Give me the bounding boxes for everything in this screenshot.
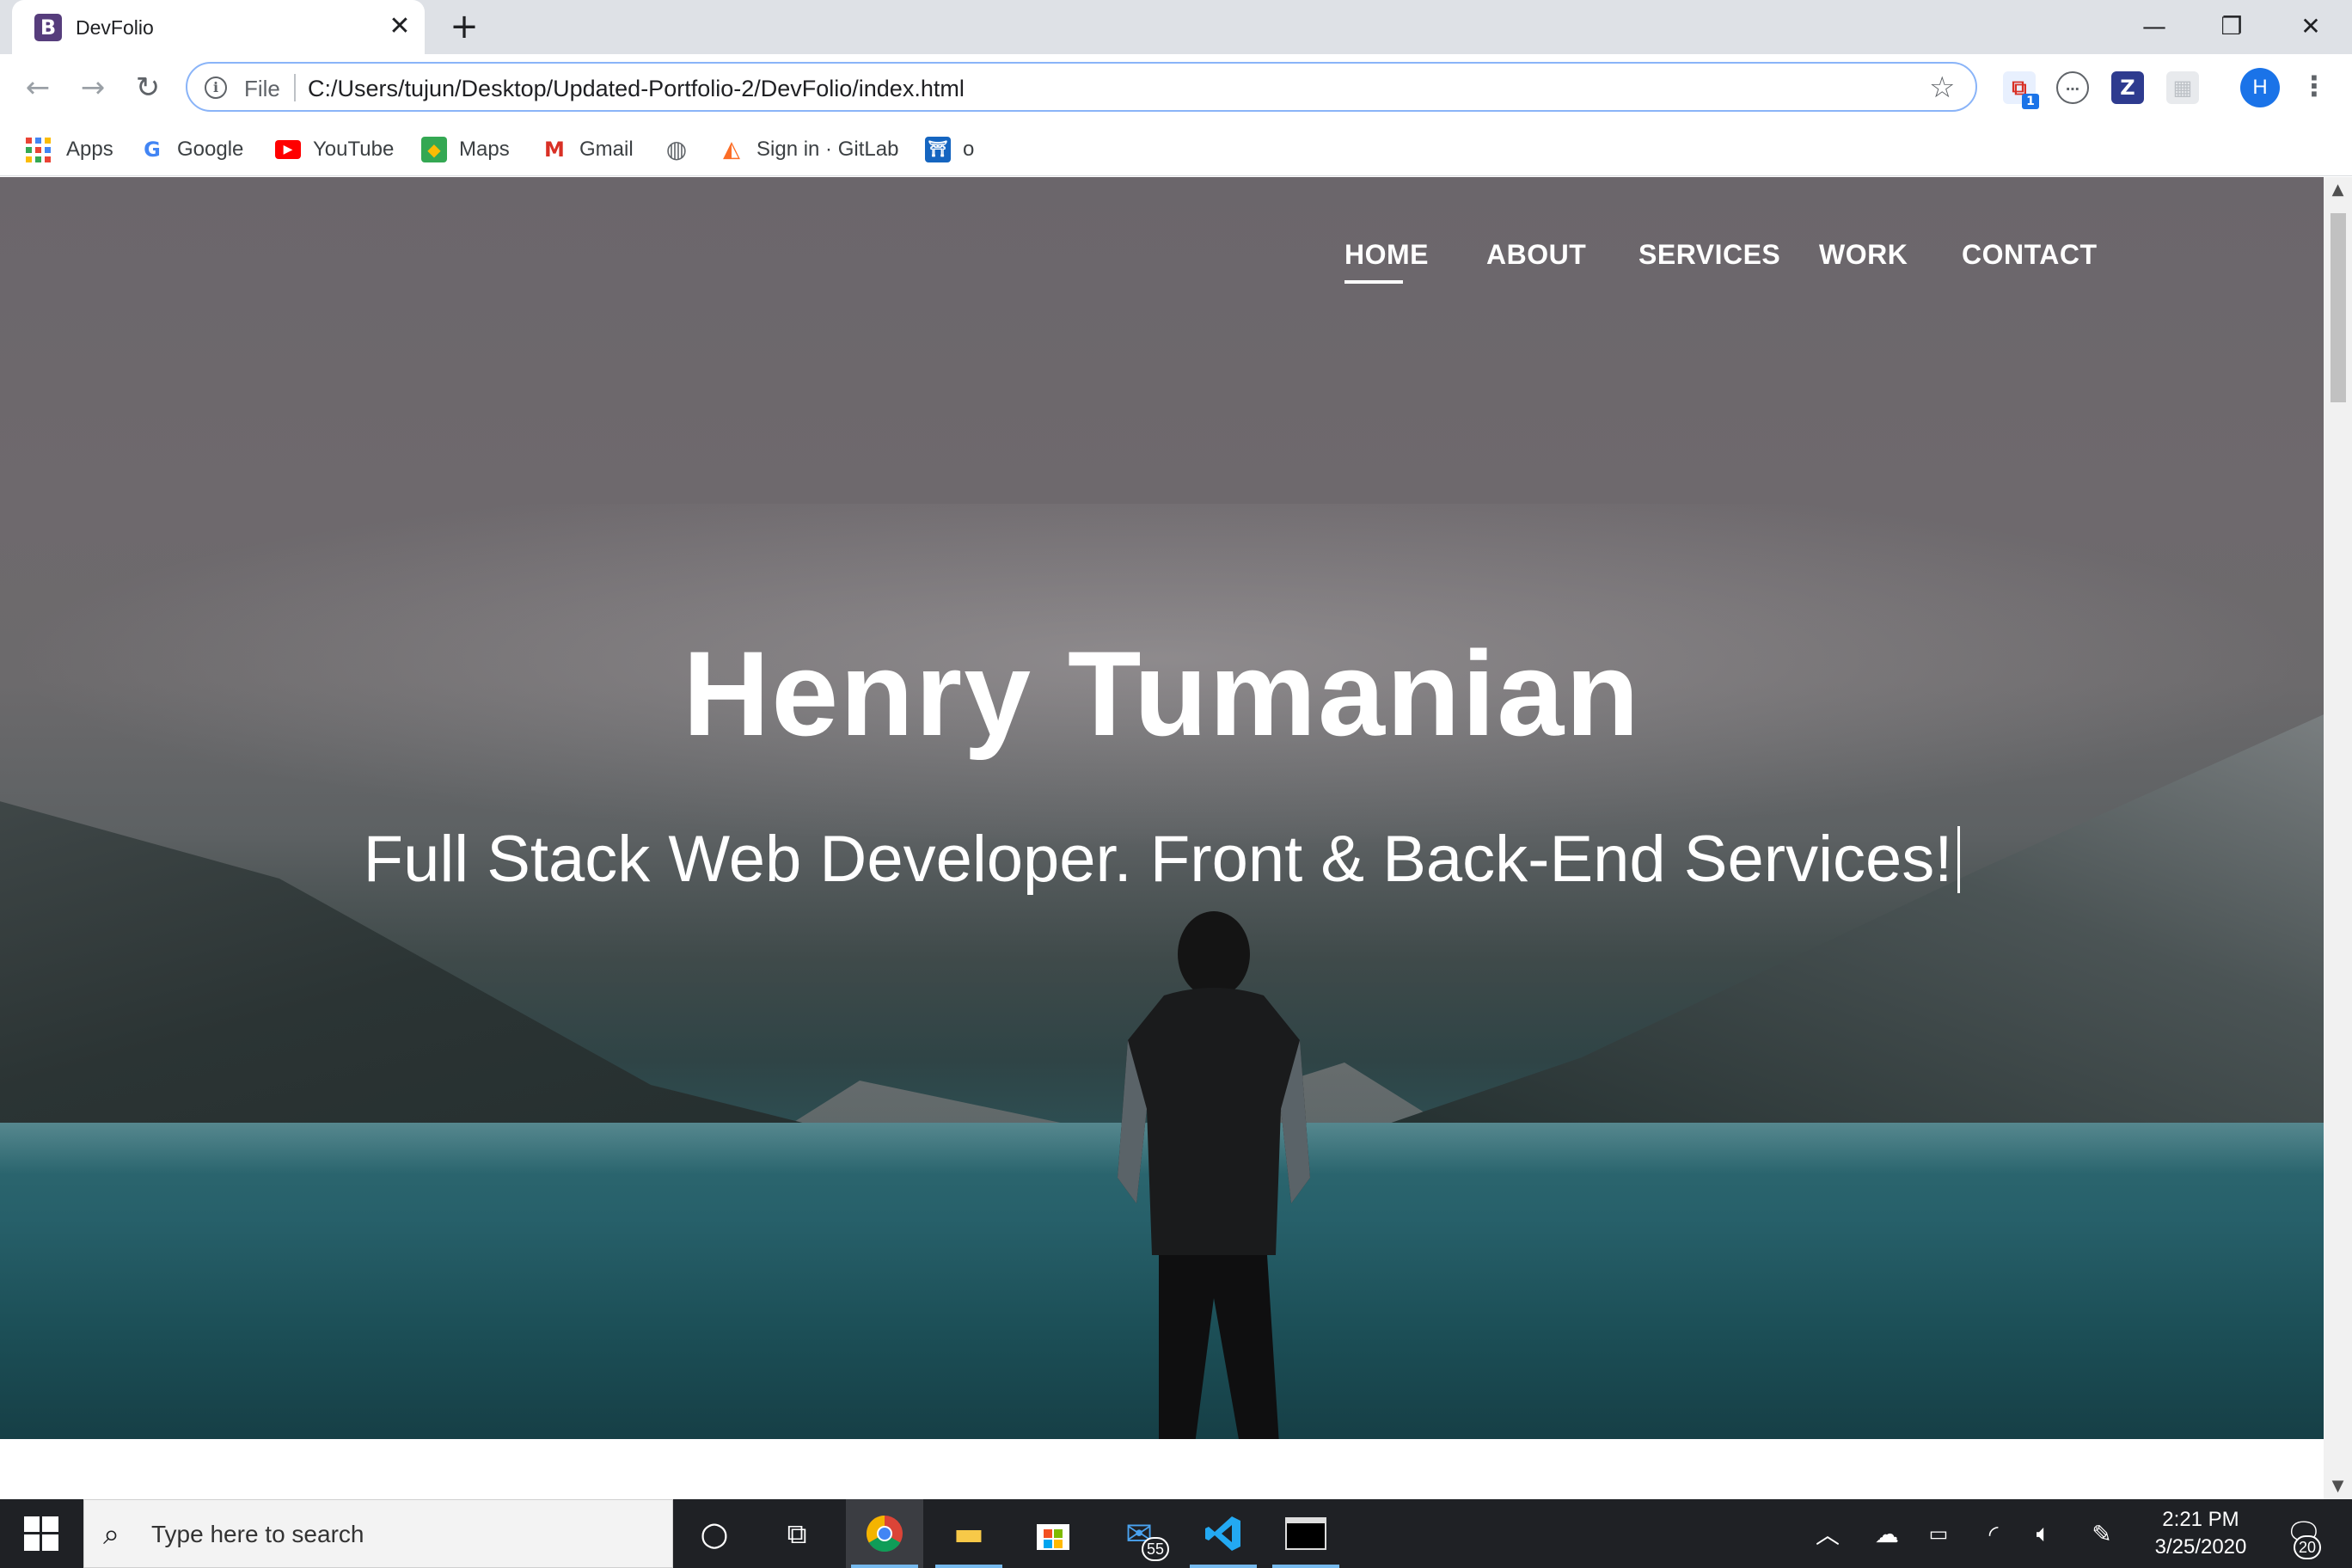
bookmark-youtube[interactable]: ▶ YouTube (275, 123, 394, 176)
active-app-indicator (851, 1565, 918, 1568)
taskbar-search-box[interactable]: ⌕ Type here to search (83, 1499, 673, 1568)
nav-contact-link[interactable]: CONTACT (1962, 239, 2098, 271)
page-viewport: HOME ABOUT SERVICES WORK CONTACT Henry T… (0, 177, 2324, 1499)
file-explorer-icon[interactable]: ▬ (930, 1499, 1008, 1568)
extension-icon-2[interactable]: ⋯ (2056, 71, 2089, 104)
system-clock[interactable]: 2:21 PM 3/25/2020 (2141, 1506, 2261, 1561)
globe-icon: ◍ (665, 135, 688, 163)
scroll-down-arrow-icon[interactable]: ▼ (2324, 1473, 2352, 1499)
nav-services-link[interactable]: SERVICES (1638, 239, 1780, 271)
search-placeholder: Type here to search (151, 1521, 364, 1547)
chrome-icon[interactable] (846, 1499, 923, 1568)
clock-time: 2:21 PM (2162, 1508, 2239, 1531)
terminal-icon[interactable] (1267, 1499, 1344, 1568)
bookmark-app-icon: ⛩ (925, 137, 951, 162)
bookmark-label: Sign in · GitLab (756, 138, 899, 161)
browser-tab[interactable]: B DevFolio ✕ (12, 0, 425, 54)
more-menu-icon[interactable]: ⋮ (2300, 66, 2328, 107)
forward-arrow-icon[interactable]: → (72, 68, 113, 109)
mail-icon[interactable]: ✉ 55 (1100, 1499, 1178, 1568)
nav-about-link[interactable]: ABOUT (1486, 239, 1586, 271)
running-app-indicator (1272, 1565, 1339, 1568)
terminal-logo (1285, 1517, 1326, 1550)
wifi-icon[interactable]: ◜ (1972, 1499, 2015, 1568)
hero-subtitle: Full Stack Web Developer. Front & Back-E… (363, 823, 1953, 896)
page-scrollbar[interactable]: ▲ ▼ (2324, 177, 2352, 1499)
bookmark-maps[interactable]: ◆ Maps (421, 123, 510, 176)
store-logo (1037, 1524, 1069, 1550)
scrollbar-thumb[interactable] (2331, 213, 2346, 402)
bookmark-label: Apps (66, 138, 113, 161)
bookmark-label: o (963, 138, 975, 161)
bookmark-label: YouTube (313, 138, 395, 161)
extension-icon-1[interactable]: ⧉ 1 (2003, 71, 2039, 109)
hero-section: HOME ABOUT SERVICES WORK CONTACT Henry T… (0, 177, 2324, 1439)
gmail-icon: M (544, 138, 565, 162)
scroll-up-arrow-icon[interactable]: ▲ (2324, 177, 2352, 203)
site-info-icon[interactable]: i (205, 77, 227, 99)
running-app-indicator (1190, 1565, 1257, 1568)
url-text[interactable]: C:/Users/tujun/Desktop/Updated-Portfolio… (308, 76, 965, 102)
bookmark-label: Gmail (579, 138, 634, 161)
bootstrap-favicon-icon: B (34, 14, 62, 41)
bookmark-gmail[interactable]: M Gmail (542, 123, 634, 176)
task-view-icon[interactable]: ⧉ (758, 1499, 836, 1568)
bookmark-o[interactable]: ⛩ o (925, 123, 974, 176)
back-arrow-icon[interactable]: ← (17, 68, 58, 109)
extension-icon-4[interactable]: ▦ (2166, 71, 2199, 104)
url-scheme-label: File (244, 76, 280, 101)
tab-title: DevFolio (76, 16, 154, 39)
microsoft-store-icon[interactable] (1014, 1499, 1092, 1568)
restore-button[interactable]: ❐ (2197, 7, 2266, 46)
tab-strip: B DevFolio ✕ + — ❐ ✕ (0, 0, 2352, 54)
nav-work-link[interactable]: WORK (1819, 239, 1908, 271)
close-window-button[interactable]: ✕ (2276, 7, 2345, 46)
gitlab-icon: ◭ (723, 137, 740, 162)
bookmark-globe[interactable]: ◍ (664, 123, 701, 176)
search-icon: ⌕ (103, 1517, 120, 1552)
bookmarks-bar: Apps G Google ▶ YouTube ◆ Maps M Gmail ◍… (0, 123, 2352, 176)
vscode-logo (1205, 1516, 1240, 1551)
hero-title: Henry Tumanian (683, 626, 1641, 761)
maps-icon: ◆ (421, 137, 447, 162)
extension-z-icon[interactable]: Z (2111, 71, 2144, 104)
new-tab-button[interactable]: + (447, 9, 481, 45)
extension-badge: 1 (2022, 94, 2039, 109)
nav-active-indicator (1344, 280, 1403, 284)
hero-subtitle-wrapper: Full Stack Web Developer. Front & Back-E… (0, 822, 2324, 897)
bookmark-star-icon[interactable]: ☆ (1929, 70, 1955, 105)
windows-taskbar: ⌕ Type here to search ○ ⧉ ▬ ✉ 55 ︿ ☁ ▭ ◜… (0, 1499, 2352, 1568)
windows-start-icon[interactable] (24, 1516, 58, 1551)
bookmark-google[interactable]: G Google (139, 123, 243, 176)
hero-person-silhouette (1118, 911, 1310, 1439)
nav-home-link[interactable]: HOME (1344, 239, 1429, 271)
battery-icon[interactable]: ▭ (1917, 1499, 1960, 1568)
running-app-indicator (935, 1565, 1002, 1568)
youtube-icon: ▶ (275, 140, 301, 159)
profile-avatar[interactable]: H (2240, 68, 2280, 107)
show-hidden-icons-icon[interactable]: ︿ (1810, 1499, 1845, 1568)
notification-badge: 20 (2294, 1535, 2321, 1559)
minimize-button[interactable]: — (2120, 7, 2189, 46)
volume-icon[interactable]: 🔈︎ (2022, 1499, 2065, 1568)
cortana-icon[interactable]: ○ (676, 1499, 753, 1568)
bookmark-apps[interactable]: Apps (26, 123, 113, 176)
apps-grid-icon (26, 137, 51, 162)
browser-toolbar: ← → ↻ i File C:/Users/tujun/Desktop/Upda… (0, 54, 2352, 123)
bookmark-label: Maps (459, 138, 510, 161)
google-icon: G (144, 138, 161, 162)
vscode-icon[interactable] (1185, 1499, 1262, 1568)
reload-icon[interactable]: ↻ (127, 68, 168, 109)
tab-close-icon[interactable]: ✕ (385, 12, 414, 41)
typing-caret (1957, 826, 1961, 893)
onedrive-icon[interactable]: ☁ (1865, 1499, 1908, 1568)
address-bar[interactable]: i File C:/Users/tujun/Desktop/Updated-Po… (186, 62, 1977, 112)
pen-icon[interactable]: ✎ (2080, 1499, 2123, 1568)
mail-badge: 55 (1141, 1537, 1169, 1561)
clock-date: 3/25/2020 (2154, 1535, 2247, 1559)
chrome-logo (866, 1516, 903, 1553)
bookmark-label: Google (177, 138, 244, 161)
bookmark-gitlab[interactable]: ◭ Sign in · GitLab (719, 123, 898, 176)
omnibox-divider (294, 74, 296, 101)
